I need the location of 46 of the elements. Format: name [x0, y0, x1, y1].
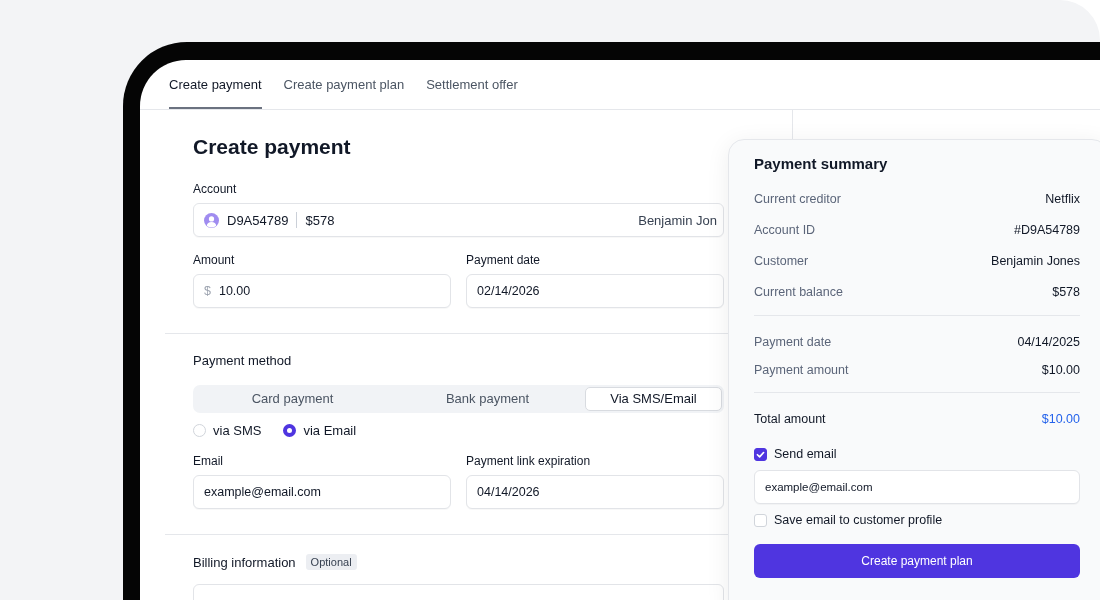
- account-id: D9A54789: [227, 212, 289, 228]
- total-label: Total amount: [754, 412, 826, 426]
- summary-value: $10.00: [1041, 363, 1080, 377]
- account-balance: $578: [305, 212, 335, 228]
- checkbox-label: Send email: [774, 447, 837, 461]
- radio-label: via SMS: [213, 423, 262, 438]
- field-label: Amount: [193, 253, 236, 267]
- amount-field[interactable]: $ 10.00: [193, 274, 451, 308]
- tab[interactable]: Settlement offer: [426, 60, 518, 109]
- summary-label: Account ID: [754, 222, 816, 237]
- radio-label: via Email: [303, 423, 357, 438]
- checkbox-label: Save email to customer profile: [774, 513, 943, 527]
- summary-value: #D9A54789: [1013, 222, 1080, 237]
- summary-label: Current balance: [754, 284, 843, 299]
- field-label: Payment date: [466, 253, 542, 267]
- optional-tag: Optional: [305, 554, 357, 570]
- email-field[interactable]: example@email.com: [193, 475, 451, 509]
- summary-value: Benjamin Jones: [991, 253, 1080, 268]
- field-label: Payment link expiration: [466, 454, 592, 468]
- amount-value: 10.00: [218, 284, 251, 298]
- segment-option[interactable]: Via SMS/Email: [585, 387, 722, 411]
- currency-symbol: $: [204, 284, 211, 298]
- field-label: Email: [193, 454, 224, 468]
- summary-value: $578: [1052, 284, 1080, 299]
- summary-value: 04/14/2025: [1017, 335, 1080, 349]
- field-label: Account: [193, 182, 238, 196]
- segment-option[interactable]: Card payment: [195, 387, 390, 411]
- email-field[interactable]: example@email.com: [754, 470, 1080, 504]
- customer-name: Benjamin Jon: [638, 212, 717, 228]
- segment-option[interactable]: Bank payment: [390, 387, 585, 411]
- total-value: $10.00: [1041, 412, 1080, 426]
- card-title: Payment summary: [754, 155, 889, 172]
- tab[interactable]: Create payment: [169, 60, 262, 109]
- summary-label: Payment amount: [754, 363, 849, 377]
- account-field[interactable]: D9A54789 $578 Benjamin Jon: [193, 203, 724, 237]
- summary-value: Netflix: [1045, 191, 1080, 206]
- date-field[interactable]: 04/14/2026: [466, 475, 724, 509]
- summary-label: Customer: [754, 253, 809, 268]
- section-label: Billing information: [193, 554, 296, 570]
- summary-label: Current creditor: [754, 191, 841, 206]
- summary-label: Payment date: [754, 335, 832, 349]
- tab[interactable]: Create payment plan: [283, 60, 405, 109]
- create-plan-button[interactable]: Create payment plan: [754, 544, 1080, 578]
- section-label: Payment method: [193, 353, 293, 368]
- page-title: Create payment: [193, 134, 351, 160]
- date-field[interactable]: 02/14/2026: [466, 274, 724, 308]
